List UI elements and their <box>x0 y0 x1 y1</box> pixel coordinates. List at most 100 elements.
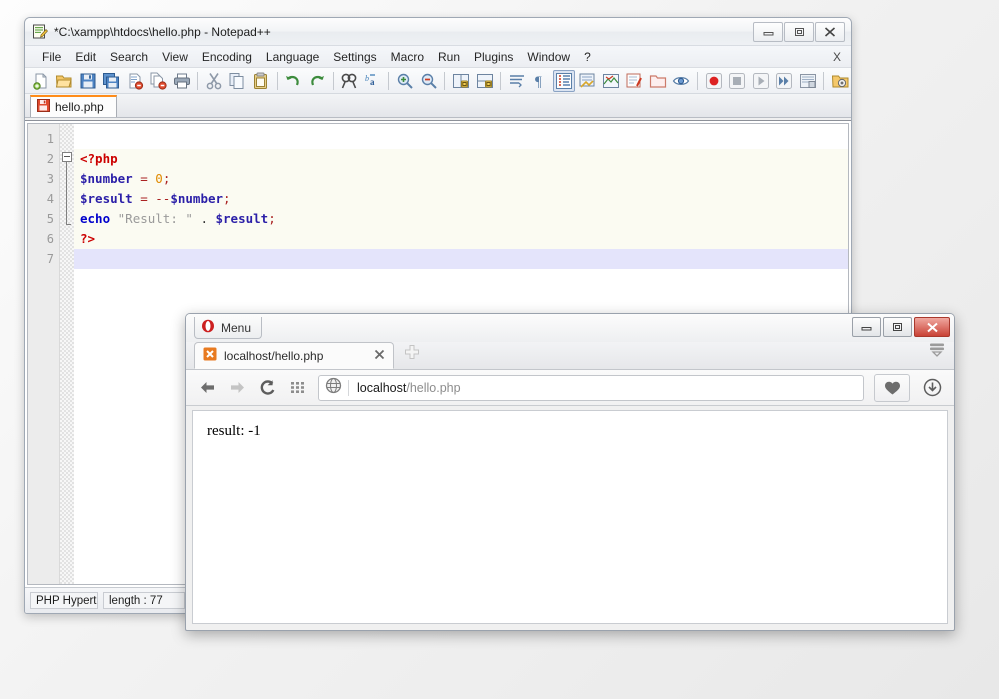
notepad-toolbar[interactable]: ba ¶ <box>25 68 851 94</box>
line-number: 4 <box>28 189 59 209</box>
close-button[interactable] <box>815 22 845 42</box>
folder-workspace-icon[interactable] <box>647 70 668 92</box>
menu-window[interactable]: Window <box>520 48 577 66</box>
word-wrap-icon[interactable] <box>506 70 527 92</box>
menu-settings[interactable]: Settings <box>326 48 383 66</box>
speed-dial-grid-icon[interactable] <box>284 375 310 401</box>
code-line-7[interactable] <box>74 249 848 269</box>
save-icon[interactable] <box>77 70 98 92</box>
record-macro-icon[interactable] <box>703 70 724 92</box>
arrow-right-icon[interactable] <box>224 375 250 401</box>
zoom-out-icon[interactable] <box>418 70 439 92</box>
close-tab-icon[interactable] <box>374 348 385 363</box>
address-url: localhost/hello.php <box>357 381 461 395</box>
function-list-icon[interactable] <box>624 70 645 92</box>
show-all-chars-icon[interactable]: ¶ <box>530 70 551 92</box>
stop-macro-icon[interactable] <box>726 70 747 92</box>
sync-horizontal-icon[interactable] <box>474 70 495 92</box>
code-token: ; <box>268 211 276 226</box>
copy-icon[interactable] <box>227 70 248 92</box>
svg-text:¶: ¶ <box>535 74 542 90</box>
code-line-6[interactable]: ?> <box>74 229 848 249</box>
cut-icon[interactable] <box>203 70 224 92</box>
opera-navigation-bar[interactable]: localhost/hello.php <box>186 370 954 406</box>
find-icon[interactable] <box>339 70 360 92</box>
code-folding-margin[interactable] <box>60 124 74 584</box>
save-all-icon[interactable] <box>100 70 121 92</box>
opera-tabstrip[interactable]: localhost/hello.php <box>186 342 954 370</box>
opera-browser-window[interactable]: Menu <box>185 313 955 631</box>
globe-security-icon[interactable] <box>325 377 342 399</box>
replace-icon[interactable]: ba <box>362 70 383 92</box>
close-all-icon[interactable] <box>147 70 168 92</box>
indent-guide-icon[interactable] <box>553 70 574 92</box>
document-map-icon[interactable] <box>600 70 621 92</box>
run-icon[interactable] <box>829 70 850 92</box>
notepad-titlebar[interactable]: *C:\xampp\htdocs\hello.php - Notepad++ <box>25 18 851 46</box>
play-macro-icon[interactable] <box>750 70 771 92</box>
menu-plugins[interactable]: Plugins <box>467 48 520 66</box>
menu-file[interactable]: File <box>35 48 68 66</box>
notepad-window-controls[interactable] <box>753 22 845 42</box>
tab-label: hello.php <box>55 100 104 114</box>
menu-help[interactable]: ? <box>577 48 598 66</box>
opera-menu-button[interactable]: Menu <box>194 317 262 339</box>
minimize-button[interactable] <box>852 317 881 337</box>
print-icon[interactable] <box>171 70 192 92</box>
toolbar-separator <box>277 72 278 90</box>
undo-icon[interactable] <box>283 70 304 92</box>
new-tab-button[interactable] <box>404 344 420 365</box>
fold-toggle-icon[interactable] <box>62 152 72 162</box>
menu-encoding[interactable]: Encoding <box>195 48 259 66</box>
open-file-icon[interactable] <box>53 70 74 92</box>
code-line-5[interactable]: echo "Result: " . $result; <box>74 209 848 229</box>
restore-button[interactable] <box>784 22 814 42</box>
download-circle-icon[interactable] <box>918 375 946 401</box>
reload-icon[interactable] <box>254 375 280 401</box>
save-macro-icon[interactable] <box>797 70 818 92</box>
line-number: 3 <box>28 169 59 189</box>
toolbar-separator <box>197 72 198 90</box>
new-file-icon[interactable] <box>30 70 51 92</box>
page-viewport: result: -1 <box>192 410 948 624</box>
code-line-4[interactable]: $result = --$number; <box>74 189 848 209</box>
unsaved-file-icon <box>37 99 50 115</box>
code-line-2[interactable]: <?php <box>74 149 848 169</box>
close-document-button[interactable]: X <box>833 50 841 64</box>
menu-macro[interactable]: Macro <box>384 48 431 66</box>
heart-icon[interactable] <box>874 374 910 402</box>
notepad-menubar[interactable]: File Edit Search View Encoding Language … <box>25 46 851 68</box>
menu-language[interactable]: Language <box>259 48 326 66</box>
menu-run[interactable]: Run <box>431 48 467 66</box>
restore-button[interactable] <box>883 317 912 337</box>
toolbar-separator <box>388 72 389 90</box>
line-number: 6 <box>28 229 59 249</box>
run-macro-multiple-icon[interactable] <box>773 70 794 92</box>
address-bar[interactable]: localhost/hello.php <box>318 375 864 401</box>
zoom-in-icon[interactable] <box>394 70 415 92</box>
code-line-1[interactable] <box>74 129 848 149</box>
user-define-dialog-icon[interactable] <box>577 70 598 92</box>
tab-stack-icon[interactable] <box>928 342 946 363</box>
menu-search[interactable]: Search <box>103 48 155 66</box>
close-file-icon[interactable] <box>124 70 145 92</box>
tab-hello-php[interactable]: hello.php <box>30 95 117 117</box>
arrow-left-icon[interactable] <box>194 375 220 401</box>
code-line-3[interactable]: $number = 0; <box>74 169 848 189</box>
close-button[interactable] <box>914 317 950 337</box>
notepad-tabbar[interactable]: hello.php <box>25 94 851 118</box>
menu-edit[interactable]: Edit <box>68 48 103 66</box>
code-token: $number <box>80 171 133 186</box>
paste-icon[interactable] <box>250 70 271 92</box>
opera-window-controls[interactable] <box>852 317 950 337</box>
sync-vertical-icon[interactable] <box>450 70 471 92</box>
minimize-button[interactable] <box>753 22 783 42</box>
menu-view[interactable]: View <box>155 48 195 66</box>
code-token: ; <box>223 191 231 206</box>
toolbar-separator <box>333 72 334 90</box>
address-separator <box>348 380 349 396</box>
monitoring-icon[interactable] <box>671 70 692 92</box>
url-path: /hello.php <box>406 381 460 395</box>
redo-icon[interactable] <box>306 70 327 92</box>
browser-tab[interactable]: localhost/hello.php <box>194 342 394 369</box>
